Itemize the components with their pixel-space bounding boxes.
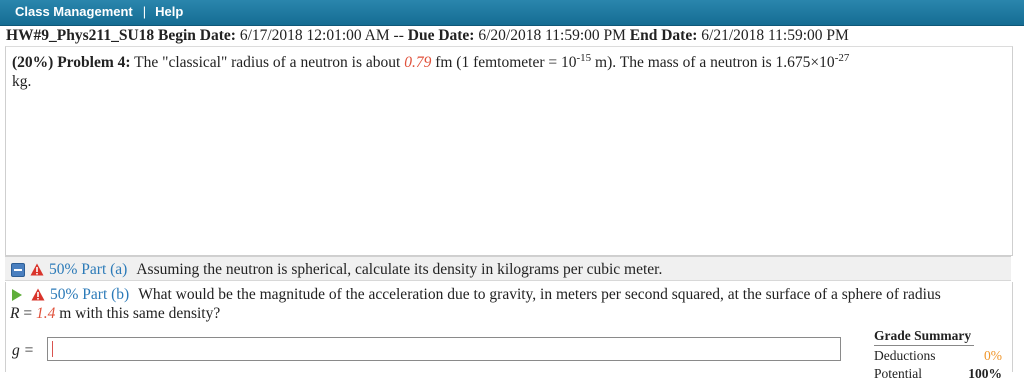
part-a-percent: 50% Part (a) [49,261,128,278]
potential-row: Potential 100% [874,366,1002,382]
exponent-1: -15 [576,52,592,64]
radius-symbol: R [10,305,20,322]
part-b-text-2: m with this same density? [59,305,221,322]
part-a-content: 50% Part (a) Assuming the neutron is sph… [11,261,662,279]
assignment-header: HW#9_Phys211_SU18 Begin Date: 6/17/2018 … [6,27,1018,45]
top-menu-bar: Class Management | Help [0,0,1024,26]
due-date-value: 6/20/2018 11:59:00 PM [478,27,626,44]
problem-text-1: The "classical" radius of a neutron is a… [134,54,401,71]
grade-summary-title: Grade Summary [874,328,974,346]
r-value: 1.4 [35,305,56,322]
problem-text-2: fm (1 femtometer = 10 [435,54,577,71]
potential-value: 100% [968,366,1002,381]
equals-sign: = [23,305,33,322]
problem-label: Problem 4: [57,54,131,71]
part-b-line-2: R = 1.4 m with this same density? [10,305,220,323]
answer-label: g = [12,342,35,359]
begin-date-label: Begin Date: [158,27,236,44]
deductions-value: 0% [984,348,1002,363]
part-b-box: 50% Part (b) What would be the magnitude… [5,282,1013,381]
problem-weight: (20%) [12,54,54,71]
radius-value: 0.79 [404,54,432,71]
collapse-icon[interactable] [11,263,25,277]
due-date-label: Due Date: [407,27,475,44]
problem-text: (20%) Problem 4: The "classical" radius … [12,53,1002,91]
answer-input[interactable] [47,337,841,361]
warning-icon [30,263,44,277]
warning-icon [31,288,45,302]
part-a-text: Assuming the neutron is spherical, calcu… [136,261,663,278]
menu-help[interactable]: Help [155,4,183,19]
exponent-2: -27 [834,52,850,64]
deductions-label: Deductions [874,348,936,363]
date-dash: -- [393,27,404,44]
part-a-row[interactable]: 50% Part (a) Assuming the neutron is sph… [5,256,1011,281]
grade-summary: Grade Summary Deductions 0% Potential 10… [874,328,1002,382]
menu-separator: | [142,4,147,19]
problem-text-4: kg. [12,73,32,90]
part-b-percent: 50% Part (b) [50,286,130,303]
part-b-content: 50% Part (b) What would be the magnitude… [12,286,941,304]
part-b-text-1: What would be the magnitude of the accel… [138,286,941,303]
end-date-value: 6/21/2018 11:59:00 PM [701,27,849,44]
problem-statement-box: (20%) Problem 4: The "classical" radius … [5,46,1013,256]
menu-class-management[interactable]: Class Management [15,4,133,19]
deductions-row: Deductions 0% [874,348,1002,364]
text-caret [52,341,53,357]
menu: Class Management | Help [15,4,183,19]
play-icon[interactable] [12,289,22,301]
problem-text-3: m). The mass of a neutron is 1.675×10 [595,54,835,71]
potential-label: Potential [874,366,922,381]
begin-date-value: 6/17/2018 12:01:00 AM [239,27,390,44]
assignment-title: HW#9_Phys211_SU18 [6,27,155,44]
end-date-label: End Date: [629,27,698,44]
